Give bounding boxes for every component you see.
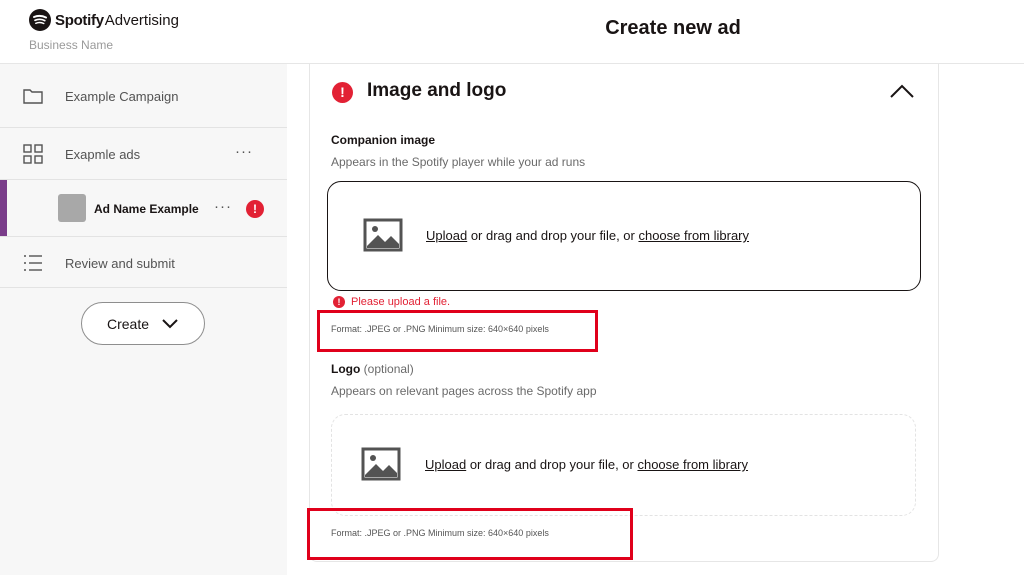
sidebar-item-ad[interactable]: Ad Name Example ··· !: [0, 180, 287, 237]
chevron-down-icon: [162, 318, 178, 328]
upload-link[interactable]: Upload: [425, 457, 466, 472]
logo-desc: Appears on relevant pages across the Spo…: [331, 384, 597, 398]
more-options-icon[interactable]: ···: [235, 143, 253, 160]
section-title: Image and logo: [367, 80, 507, 101]
upload-error-message: ! Please upload a file.: [333, 296, 450, 308]
create-button-label: Create: [106, 315, 150, 332]
highlight-box: [307, 508, 633, 560]
choose-from-library-link[interactable]: choose from library: [638, 228, 749, 243]
dropzone-text: Upload or drag and drop your file, or ch…: [426, 228, 749, 243]
active-indicator: [0, 180, 7, 236]
companion-image-dropzone[interactable]: Upload or drag and drop your file, or ch…: [327, 181, 921, 291]
image-icon: [363, 218, 403, 252]
optional-tag: (optional): [363, 362, 414, 376]
page-title: Create new ad: [605, 17, 741, 39]
sidebar-item-label: Exapmle ads: [65, 147, 141, 162]
business-name: Business Name: [29, 38, 114, 52]
dropzone-middle-text: or drag and drop your file, or: [467, 228, 639, 243]
sidebar-item-review[interactable]: Review and submit: [0, 237, 287, 288]
choose-from-library-link[interactable]: choose from library: [637, 457, 748, 472]
sidebar-item-campaign[interactable]: Example Campaign: [0, 64, 287, 128]
sidebar-item-label: Review and submit: [65, 256, 175, 271]
companion-image-title: Companion image: [331, 133, 436, 147]
image-icon: [361, 447, 401, 481]
more-options-icon[interactable]: ···: [214, 198, 232, 215]
logo-dropzone[interactable]: Upload or drag and drop your file, or ch…: [331, 414, 916, 516]
dropzone-text: Upload or drag and drop your file, or ch…: [425, 457, 748, 472]
list-icon: [24, 255, 42, 271]
companion-image-desc: Appears in the Spotify player while your…: [331, 155, 586, 169]
ad-thumbnail: [58, 194, 86, 222]
error-icon: !: [332, 82, 353, 103]
app-header: Spotify Advertising Business Name Create…: [0, 0, 1024, 64]
dropzone-middle-text: or drag and drop your file, or: [466, 457, 638, 472]
sidebar: Example Campaign Exapmle ads ··· Ad Name…: [0, 64, 287, 575]
error-icon: !: [246, 200, 264, 218]
logo-title-text: Logo: [331, 362, 361, 376]
error-text: Please upload a file.: [351, 296, 451, 308]
grid-icon: [23, 144, 43, 164]
create-button[interactable]: Create: [81, 302, 205, 345]
folder-icon: [23, 89, 43, 104]
logo-title: Logo (optional): [331, 362, 414, 376]
sidebar-item-ads[interactable]: Exapmle ads ···: [0, 128, 287, 180]
ad-name-label: Ad Name Example: [94, 202, 199, 216]
error-icon: !: [333, 296, 345, 308]
chevron-up-icon[interactable]: [889, 83, 915, 99]
highlight-box: [317, 310, 598, 352]
sidebar-item-label: Example Campaign: [65, 89, 179, 104]
upload-link[interactable]: Upload: [426, 228, 467, 243]
